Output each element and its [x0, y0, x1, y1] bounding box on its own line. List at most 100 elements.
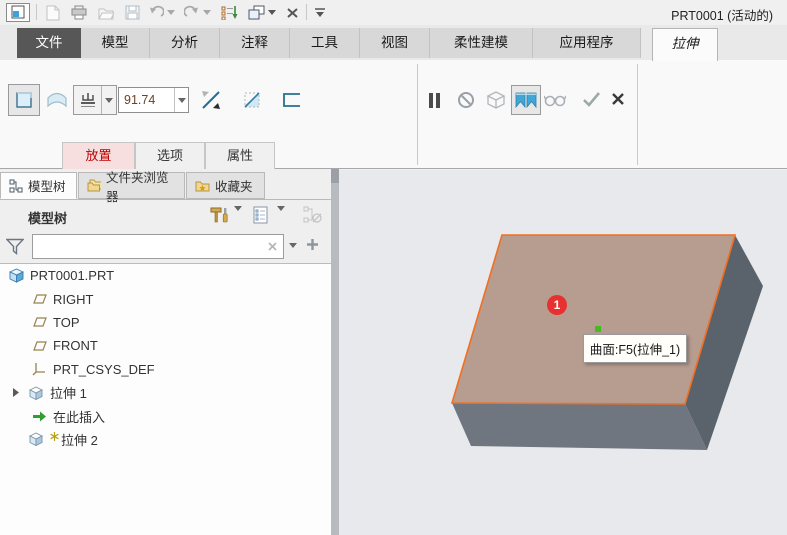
solid-button[interactable] [8, 84, 40, 116]
depth-option-dropdown[interactable] [101, 86, 116, 114]
cancel-button[interactable] [609, 90, 627, 108]
tab-favorites[interactable]: 收藏夹 [186, 172, 265, 199]
navigator-panel: 模型树 文件夹浏览器 收藏夹 模型树 [0, 169, 331, 535]
tab-analysis[interactable]: 分析 [150, 28, 220, 58]
no-preview-button[interactable] [456, 89, 476, 111]
chevron-down-icon [178, 98, 186, 103]
divider [306, 4, 307, 20]
regenerate-button[interactable] [219, 3, 239, 22]
tab-file[interactable]: 文件 [17, 28, 81, 58]
add-filter-button[interactable] [306, 238, 319, 251]
tab-annotate[interactable]: 注释 [220, 28, 290, 58]
tree-tools-dropdown[interactable] [234, 206, 242, 211]
expand-arrow-icon[interactable] [13, 388, 19, 397]
tab-tools[interactable]: 工具 [290, 28, 360, 58]
tab-label: 收藏夹 [215, 176, 253, 195]
solid-icon [14, 90, 34, 110]
check-icon [582, 91, 601, 107]
close-window-button[interactable] [283, 3, 301, 22]
attached-preview-icon [515, 92, 537, 108]
tree-search-input[interactable] [33, 240, 262, 254]
group-divider [637, 64, 638, 165]
tree-item-right-plane[interactable]: RIGHT [0, 287, 331, 310]
clear-x-icon [268, 242, 277, 251]
search-dropdown[interactable] [289, 243, 297, 248]
new-file-button[interactable] [44, 3, 62, 22]
model-tree-icon [9, 179, 23, 193]
tab-applications[interactable]: 应用程序 [533, 28, 641, 58]
tab-view[interactable]: 视图 [360, 28, 430, 58]
undo-button[interactable] [147, 3, 165, 22]
tree-filter-icon [303, 206, 325, 225]
depth-option-button[interactable] [73, 85, 117, 115]
redo-dropdown[interactable] [202, 3, 212, 22]
model-tree-toolbar: 模型树 [0, 199, 331, 230]
pause-icon [428, 92, 441, 109]
flip-direction-button[interactable] [196, 85, 226, 115]
redo-button[interactable] [183, 3, 201, 22]
filter-funnel[interactable] [6, 238, 24, 255]
tab-properties[interactable]: 属性 [205, 142, 275, 169]
toolbar-options-button[interactable] [312, 3, 328, 22]
surface-button[interactable] [43, 86, 71, 114]
datum-plane-icon [31, 340, 47, 352]
save-icon [125, 5, 140, 20]
extrude-icon [28, 432, 44, 446]
depth-value-input[interactable] [119, 88, 174, 112]
tree-item-csys[interactable]: PRT_CSYS_DEF [0, 358, 331, 381]
tab-placement[interactable]: 放置 [62, 142, 135, 169]
clear-search-button[interactable] [262, 239, 283, 254]
box-top-face-selected[interactable] [452, 235, 735, 404]
graphics-area[interactable]: 1 曲面:F5(拉伸_1) [339, 170, 787, 535]
tree-item-extrude-2[interactable]: 拉伸 2 [0, 428, 331, 451]
tree-item-top-plane[interactable]: TOP [0, 311, 331, 334]
tree-tools-button[interactable] [210, 206, 230, 225]
tree-filter-toggle[interactable] [303, 206, 325, 225]
new-file-icon [46, 5, 60, 21]
glasses-preview-button[interactable] [543, 90, 567, 110]
cancel-x-icon [611, 92, 625, 106]
tree-settings-dropdown[interactable] [277, 206, 285, 211]
tree-settings-button[interactable] [253, 206, 269, 225]
depth-value-dropdown[interactable] [174, 88, 188, 112]
new-feature-marker-icon [50, 429, 59, 444]
part-icon [8, 268, 24, 283]
attached-preview-button[interactable] [511, 85, 541, 115]
tree-item-extrude-1[interactable]: 拉伸 1 [0, 381, 331, 404]
creo-window: PRT0001 (活动的) 文件 模型 分析 注释 工具 视图 柔性建模 应用程… [0, 0, 787, 535]
open-button[interactable] [97, 3, 115, 22]
thicken-sketch-button[interactable] [279, 86, 305, 114]
tree-item-front-plane[interactable]: FRONT [0, 334, 331, 357]
splitter-grip[interactable] [331, 169, 339, 183]
tab-folder-browser[interactable]: 文件夹浏览器 [78, 172, 185, 199]
csys-icon [31, 362, 47, 376]
tree-search-box [32, 234, 284, 259]
title-bar: PRT0001 (活动的) [0, 0, 787, 25]
tab-extrude[interactable]: 拉伸 [652, 28, 718, 61]
box-front-face[interactable] [452, 403, 707, 450]
panel-splitter[interactable] [331, 169, 339, 535]
undo-dropdown[interactable] [166, 3, 176, 22]
tree-item-part[interactable]: PRT0001.PRT [0, 264, 331, 287]
tab-model-tree[interactable]: 模型树 [0, 172, 77, 199]
favorites-folder-icon [195, 179, 210, 192]
drag-handle-dot[interactable] [595, 326, 601, 332]
ok-button[interactable] [580, 88, 602, 110]
glasses-icon [544, 94, 566, 107]
tab-options[interactable]: 选项 [135, 142, 205, 169]
print-button[interactable] [70, 3, 88, 22]
tab-flexible-modeling[interactable]: 柔性建模 [430, 28, 533, 58]
selection-badge[interactable]: 1 [547, 295, 567, 315]
windows-dropdown[interactable] [267, 3, 277, 22]
extrude-dashboard: 放置 选项 属性 [0, 60, 787, 169]
remove-material-button[interactable] [239, 86, 265, 114]
app-window-icon[interactable] [6, 3, 30, 22]
app-window-icon [10, 5, 26, 20]
save-button[interactable] [123, 3, 141, 22]
pause-button[interactable] [426, 88, 442, 112]
windows-button[interactable] [246, 3, 266, 22]
tree-item-insert-here[interactable]: 在此插入 [0, 404, 331, 427]
tab-model[interactable]: 模型 [81, 28, 150, 58]
surface-tooltip: 曲面:F5(拉伸_1) [583, 334, 687, 363]
wireframe-preview-button[interactable] [483, 88, 509, 112]
